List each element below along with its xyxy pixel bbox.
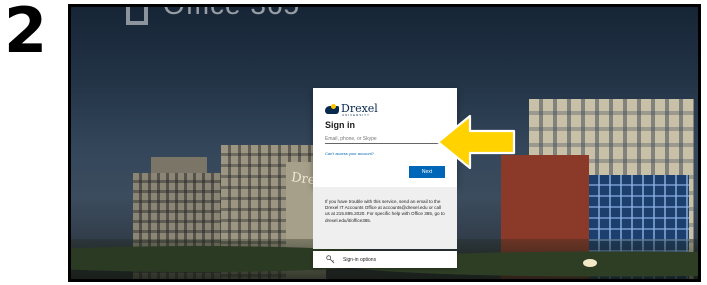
help-text: If you have trouble with this service, s… — [325, 199, 445, 223]
streetlamp — [583, 259, 597, 267]
signin-options-button[interactable]: Sign-in options — [313, 251, 457, 268]
yellow-arrow-pointer-icon — [436, 114, 516, 170]
signin-options-label: Sign-in options — [343, 256, 377, 263]
drexel-logo: Drexel — [325, 98, 445, 114]
cant-access-account-link[interactable]: Can't access your account? — [325, 151, 445, 156]
drexel-subtitle: UNIVERSITY — [342, 113, 371, 117]
signin-title: Sign in — [325, 120, 355, 130]
key-icon — [326, 255, 335, 264]
drexel-dragon-icon — [325, 104, 339, 114]
screenshot-frame: Office 365 Drexel Drexel UNIVERSITY Sign… — [68, 4, 701, 282]
office-365-brand: Office 365 — [163, 4, 301, 20]
email-input[interactable] — [325, 134, 443, 144]
help-panel: If you have trouble with this service, s… — [313, 187, 457, 249]
office-365-logo-icon — [126, 7, 148, 25]
step-number: 2 — [4, 0, 47, 67]
